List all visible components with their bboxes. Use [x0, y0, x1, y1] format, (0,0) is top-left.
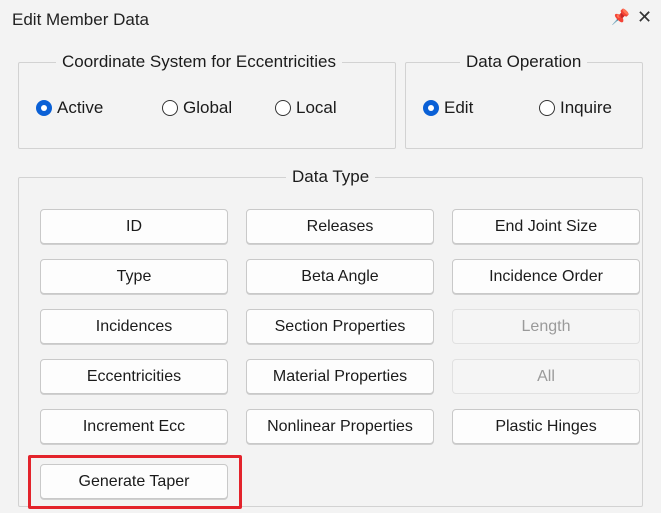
data-operation-group: Data Operation Edit Inquire: [405, 52, 643, 149]
beta-angle-button[interactable]: Beta Angle: [246, 259, 434, 294]
close-icon[interactable]: ✕: [637, 7, 652, 28]
eccentricities-button[interactable]: Eccentricities: [40, 359, 228, 394]
radio-local-label: Local: [296, 98, 337, 117]
data-operation-legend: Data Operation: [460, 52, 588, 72]
all-button: All: [452, 359, 640, 394]
section-properties-button[interactable]: Section Properties: [246, 309, 434, 344]
plastic-hinges-button[interactable]: Plastic Hinges: [452, 409, 640, 444]
incidences-button[interactable]: Incidences: [40, 309, 228, 344]
radio-unselected-icon: [162, 100, 178, 116]
nonlinear-properties-button[interactable]: Nonlinear Properties: [246, 409, 434, 444]
id-button[interactable]: ID: [40, 209, 228, 244]
radio-local[interactable]: Local: [275, 98, 337, 118]
radio-edit-label: Edit: [444, 98, 474, 117]
material-properties-button[interactable]: Material Properties: [246, 359, 434, 394]
radio-global[interactable]: Global: [162, 98, 232, 118]
radio-selected-icon: [36, 100, 52, 116]
increment-ecc-button[interactable]: Increment Ecc: [40, 409, 228, 444]
length-button: Length: [452, 309, 640, 344]
radio-active[interactable]: Active: [36, 98, 103, 118]
radio-selected-icon: [423, 100, 439, 116]
radio-unselected-icon: [539, 100, 555, 116]
panel-title: Edit Member Data: [12, 10, 149, 29]
radio-unselected-icon: [275, 100, 291, 116]
end-joint-size-button[interactable]: End Joint Size: [452, 209, 640, 244]
title-bar: Edit Member Data 📌 ✕: [0, 0, 661, 40]
releases-button[interactable]: Releases: [246, 209, 434, 244]
type-button[interactable]: Type: [40, 259, 228, 294]
radio-global-label: Global: [183, 98, 233, 117]
radio-inquire[interactable]: Inquire: [539, 98, 612, 118]
data-type-legend: Data Type: [286, 167, 376, 187]
coordinate-system-legend: Coordinate System for Eccentricities: [56, 52, 342, 72]
coordinate-system-group: Coordinate System for Eccentricities Act…: [18, 52, 396, 149]
edit-member-data-panel: Edit Member Data 📌 ✕ Coordinate System f…: [0, 0, 661, 513]
pin-icon[interactable]: 📌: [611, 8, 630, 26]
radio-active-label: Active: [57, 98, 104, 117]
generate-taper-highlight-box: [28, 455, 242, 509]
radio-inquire-label: Inquire: [560, 98, 612, 117]
radio-edit[interactable]: Edit: [423, 98, 473, 118]
incidence-order-button[interactable]: Incidence Order: [452, 259, 640, 294]
